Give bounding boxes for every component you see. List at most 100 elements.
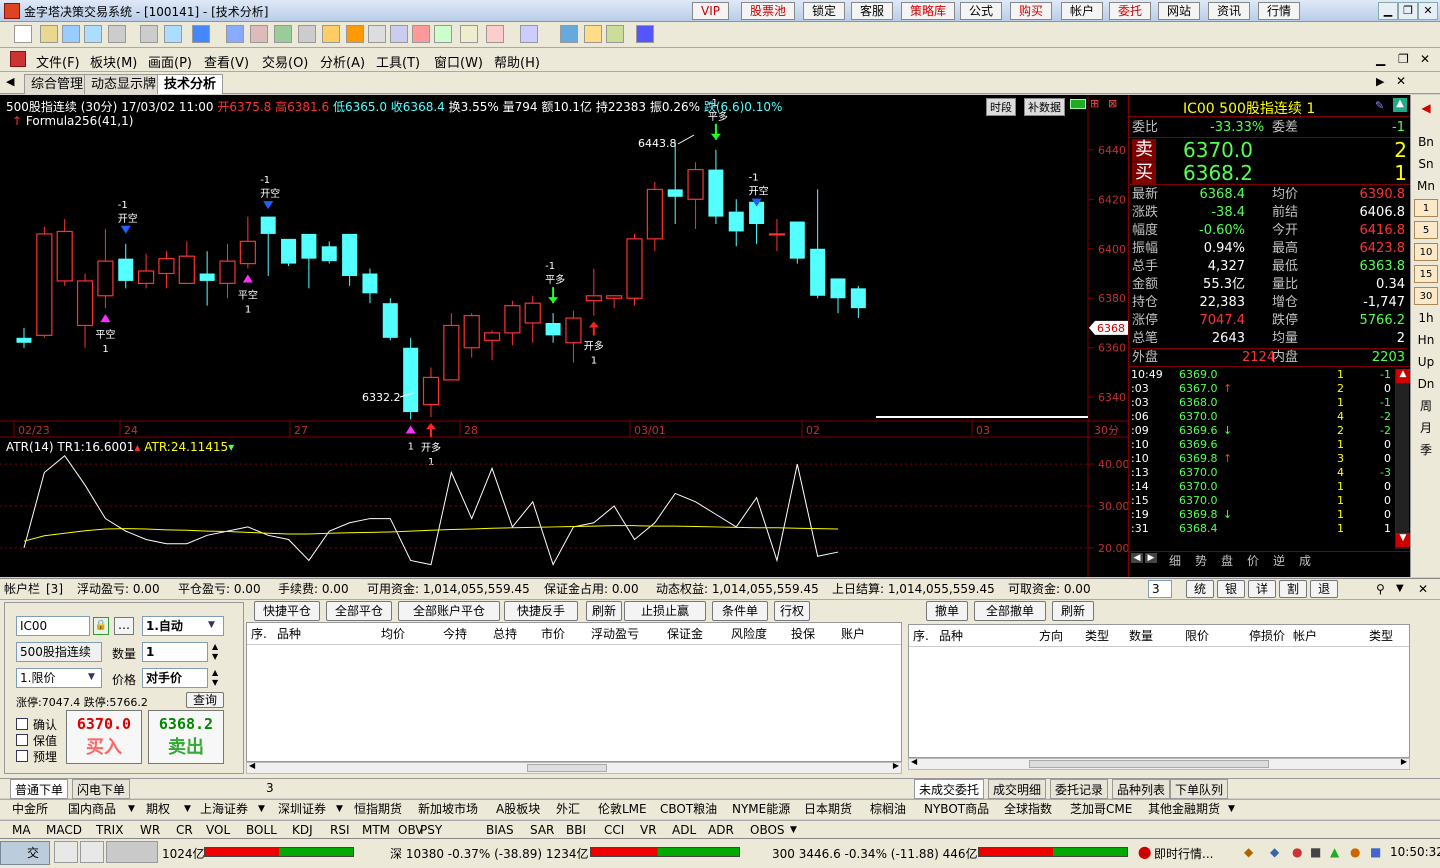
market-tab-dropdown-icon[interactable]: ▼ (1228, 800, 1235, 819)
fill-data-button[interactable]: 补数据 (1024, 98, 1065, 116)
positions-btn-4[interactable]: 刷新 (586, 601, 622, 621)
buy-button[interactable]: 6370.0 买入 (66, 710, 142, 764)
menu-item-0[interactable]: 文件(F) (36, 52, 80, 71)
calc-tool-icon[interactable] (368, 25, 386, 43)
period-button-1[interactable]: Sn (1414, 155, 1438, 173)
draw-tool-icon[interactable] (250, 25, 268, 43)
orders-col-1[interactable]: 品种 (939, 625, 963, 647)
undo-tool-icon[interactable] (108, 25, 126, 43)
positions-btn-1[interactable]: 全部平仓 (326, 601, 392, 621)
tray-icon-2[interactable]: ◆ (1270, 845, 1279, 859)
positions-hscroll[interactable]: ◀ ▶ (246, 761, 902, 774)
market-tab-8[interactable]: 外汇 (556, 800, 580, 819)
grid-tool-icon[interactable] (274, 25, 292, 43)
menu-item-7[interactable]: 窗口(W) (434, 52, 483, 71)
contract-code-input[interactable]: IC00 (16, 616, 90, 636)
positions-col-8[interactable]: 风险度 (731, 623, 767, 645)
line-tool-icon[interactable] (434, 25, 452, 43)
compare-tool-icon[interactable] (412, 25, 430, 43)
query-button[interactable]: 查询 (186, 692, 224, 708)
market-tab-9[interactable]: 伦敦LME (598, 800, 647, 819)
tab-scroll-right-icon[interactable]: ▶ (1376, 75, 1384, 88)
market-tab-dropdown-icon[interactable]: ▼ (258, 800, 265, 819)
type-dropdown-icon[interactable]: ▼ (88, 672, 95, 682)
tray-icon-6[interactable]: ● (1350, 845, 1360, 859)
period-button-11[interactable]: Dn (1414, 375, 1438, 393)
tick-scrollbar[interactable]: ▲ ▼ (1395, 369, 1410, 549)
account-btn-2[interactable]: 详 (1248, 580, 1276, 598)
market-tab-dropdown-icon[interactable]: ▼ (336, 800, 343, 819)
account-dropdown-icon[interactable]: ▼ (1396, 579, 1404, 599)
table-tool-icon[interactable] (460, 25, 478, 43)
orders-btn-0[interactable]: 撤单 (926, 601, 968, 621)
positions-btn-0[interactable]: 快捷平仓 (254, 601, 320, 621)
top-button-3[interactable]: 客服 (851, 2, 894, 20)
open-tool-icon[interactable] (40, 25, 58, 43)
mdi-close-button[interactable]: ✕ (1420, 52, 1430, 66)
orders-col-6[interactable]: 停损价 (1249, 625, 1285, 647)
start-button[interactable]: 交 (0, 841, 50, 865)
taskbar-btn-1[interactable] (54, 841, 78, 863)
tab-technical-analysis[interactable]: 技术分析 (157, 74, 224, 94)
menu-item-4[interactable]: 交易(O) (262, 52, 308, 71)
market-tab-dropdown-icon[interactable]: ▼ (128, 800, 135, 819)
checkbox-2[interactable] (16, 750, 28, 762)
menu-item-8[interactable]: 帮助(H) (494, 52, 540, 71)
lock-icon[interactable]: 🔒 (93, 617, 109, 635)
tray-icon-1[interactable]: ◆ (1244, 845, 1253, 859)
market-tab-17[interactable]: 其他金融期货 (1148, 800, 1220, 819)
zoom-tool-icon[interactable] (226, 25, 244, 43)
period-button-4[interactable]: 5 (1414, 221, 1438, 239)
cross-tool-icon[interactable] (192, 25, 210, 43)
positions-col-10[interactable]: 账户 (841, 623, 865, 645)
quote-settings-icon[interactable]: ✎ (1375, 99, 1384, 112)
top-button-11[interactable]: 行情 (1258, 2, 1301, 20)
orders-btn-1[interactable]: 全部撤单 (974, 601, 1046, 621)
period-button-5[interactable]: 10 (1414, 243, 1438, 261)
kline-svg[interactable]: 6440 6420 6400 6380 6360 6340 6368 02/23 24 27 28 0… (0, 95, 1128, 577)
mdi-restore-button[interactable]: ❐ (1398, 52, 1409, 66)
trade-tab-4[interactable]: 下单队列 (1170, 779, 1229, 799)
menu-item-3[interactable]: 查看(V) (204, 52, 249, 71)
orders-table[interactable]: 序. 品种 方向 类型 数量 限价 停损价 帐户 类型 (908, 624, 1410, 758)
period-button-8[interactable]: 1h (1414, 309, 1438, 327)
market-tab-7[interactable]: A股板块 (496, 800, 540, 819)
quote-tab-2[interactable]: 盘 (1221, 552, 1233, 569)
market-tab-11[interactable]: NYME能源 (732, 800, 790, 819)
period-button-2[interactable]: Mn (1414, 177, 1438, 195)
map-tool-icon[interactable] (606, 25, 624, 43)
close-button[interactable]: ✕ (1418, 2, 1438, 20)
orders-col-3[interactable]: 类型 (1085, 625, 1109, 647)
order-tab-1[interactable]: 闪电下单 (72, 779, 131, 799)
link-tool-icon[interactable] (84, 25, 102, 43)
positions-btn-6[interactable]: 条件单 (712, 601, 768, 621)
price-input[interactable]: 对手价 (142, 668, 208, 688)
quote-tab-4[interactable]: 逆 (1273, 552, 1285, 569)
market-tab-5[interactable]: 恒指期货 (354, 800, 402, 819)
menu-item-5[interactable]: 分析(A) (320, 52, 365, 71)
tray-icon-5[interactable]: ▲ (1330, 845, 1339, 859)
chart-tool-icon[interactable] (1070, 99, 1086, 109)
tab-scroll-left-icon[interactable]: ◀ (6, 75, 14, 88)
orders-btn-2[interactable]: 刷新 (1052, 601, 1094, 621)
kline-chart[interactable]: 6440 6420 6400 6380 6360 6340 6368 02/23 24 27 28 0… (0, 95, 1128, 577)
trade-tab-0[interactable]: 未成交委托 (914, 779, 985, 799)
top-button-7[interactable]: 帐户 (1061, 2, 1104, 20)
market-tab-15[interactable]: 全球指数 (1004, 800, 1052, 819)
help-tool-icon[interactable] (636, 25, 654, 43)
chart-close-icon[interactable]: ⊞ (1090, 97, 1099, 110)
sell-button[interactable]: 6368.2 卖出 (148, 710, 224, 764)
tick-scroll-down-icon[interactable]: ▼ (1396, 533, 1410, 547)
price-stepper[interactable]: ▲ ▼ (212, 668, 218, 688)
period-button-12[interactable]: 周 (1414, 397, 1438, 415)
orders-col-2[interactable]: 方向 (1039, 625, 1063, 647)
qty-stepper[interactable]: ▲ ▼ (212, 642, 218, 662)
market-tab-1[interactable]: 国内商品 (68, 800, 116, 819)
tab-close-icon[interactable]: ✕ (1396, 74, 1406, 88)
order-tab-0[interactable]: 普通下单 (10, 779, 69, 799)
account-btn-4[interactable]: 退 (1310, 580, 1338, 598)
positions-col-7[interactable]: 保证金 (667, 623, 703, 645)
taskbar-btn-2[interactable] (80, 841, 104, 863)
layout-tool-icon[interactable] (62, 25, 80, 43)
list-tool-icon[interactable] (298, 25, 316, 43)
